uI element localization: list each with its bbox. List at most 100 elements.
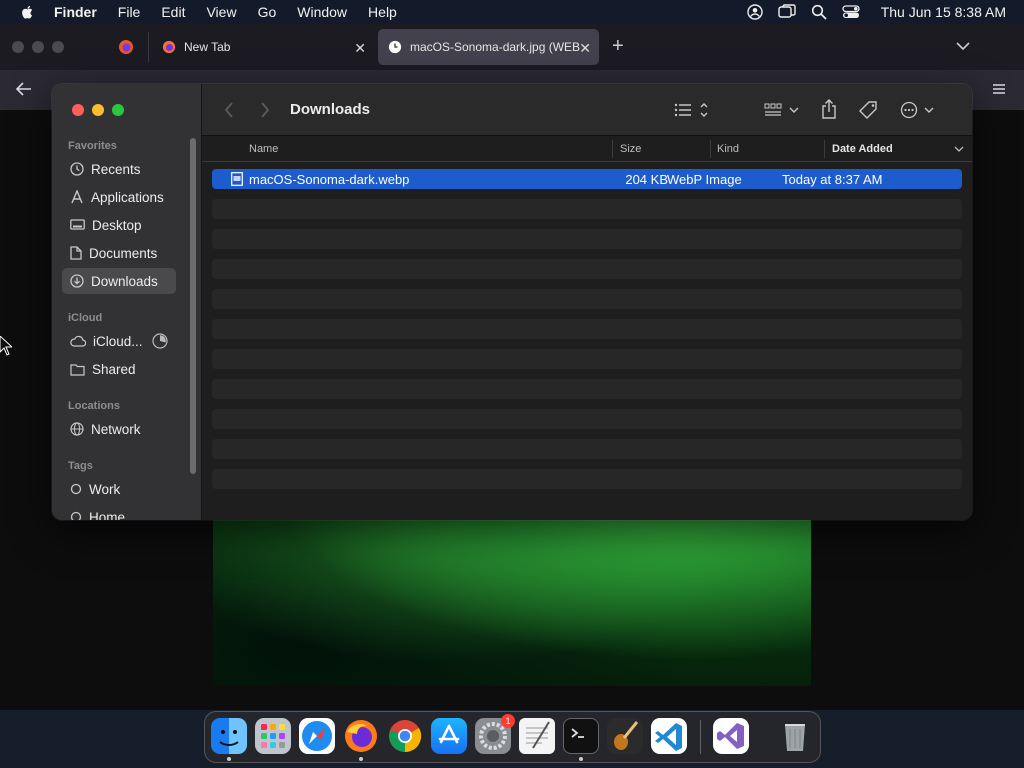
sidebar-item-label: Applications — [91, 189, 164, 205]
list-all-tabs-chevron-icon[interactable] — [956, 41, 970, 51]
menubar-clock[interactable]: Thu Jun 15 8:38 AM — [881, 4, 1006, 20]
sidebar-item-documents[interactable]: Documents — [62, 240, 176, 266]
file-row[interactable]: macOS-Sonoma-dark.webp 204 KB WebP Image… — [212, 169, 962, 189]
screen-mirroring-icon[interactable] — [777, 4, 796, 20]
share-icon[interactable] — [821, 99, 837, 119]
sidebar-item-label: Desktop — [92, 217, 142, 233]
finder-window: Favorites Recents Applications Desktop D… — [52, 84, 972, 520]
zoom-window-button[interactable] — [112, 104, 124, 116]
finder-main: Downloads Name Size Kind Date Added macO… — [202, 84, 972, 520]
sidebar-scrollbar[interactable] — [190, 138, 196, 474]
desktop-icon — [70, 218, 85, 230]
tab-image[interactable]: macOS-Sonoma-dark.jpg (WEB ✕ — [378, 29, 599, 65]
shared-folder-icon — [70, 363, 85, 376]
sidebar-item-shared[interactable]: Shared — [62, 356, 176, 382]
browser-close-dot[interactable] — [12, 41, 24, 53]
tag-icon[interactable] — [859, 100, 879, 120]
empty-row — [212, 469, 962, 489]
dock-garageband-icon[interactable] — [607, 718, 643, 754]
menu-finder[interactable]: Finder — [54, 4, 97, 20]
menu-view[interactable]: View — [206, 4, 236, 20]
dock-visual-studio-icon[interactable] — [713, 718, 749, 754]
empty-row — [212, 409, 962, 429]
sidebar-item-tag-home[interactable]: Home — [62, 504, 176, 520]
spotlight-search-icon[interactable] — [811, 4, 827, 20]
sort-descending-chevron-icon[interactable] — [954, 146, 964, 153]
more-actions-icon[interactable] — [900, 101, 936, 119]
applications-icon — [71, 190, 83, 204]
sidebar-item-downloads[interactable]: Downloads — [62, 268, 176, 294]
control-center-icon[interactable] — [842, 4, 860, 20]
forward-chevron-icon[interactable] — [260, 102, 270, 118]
cloud-icon — [70, 335, 86, 347]
file-list: macOS-Sonoma-dark.webp 204 KB WebP Image… — [212, 169, 962, 499]
sidebar-item-applications[interactable]: Applications — [62, 184, 176, 210]
sidebar-item-label: Network — [91, 421, 141, 437]
menu-window[interactable]: Window — [297, 4, 347, 20]
tab-close-icon[interactable]: ✕ — [579, 40, 591, 57]
sidebar-item-label: Recents — [91, 161, 141, 177]
sidebar-heading-favorites: Favorites — [68, 140, 117, 152]
column-header-size[interactable]: Size — [620, 143, 641, 155]
back-arrow-icon[interactable] — [16, 82, 32, 96]
minimize-window-button[interactable] — [92, 104, 104, 116]
column-header-kind[interactable]: Kind — [717, 143, 739, 155]
empty-row — [212, 349, 962, 369]
dock: 1 — [204, 711, 821, 763]
firefox-view-icon[interactable] — [118, 39, 134, 55]
close-window-button[interactable] — [72, 104, 84, 116]
menu-go[interactable]: Go — [258, 4, 277, 20]
column-header-date-added[interactable]: Date Added — [832, 143, 893, 155]
globe-icon — [70, 422, 84, 436]
group-by-icon[interactable] — [764, 102, 800, 118]
dock-finder-icon[interactable] — [211, 718, 247, 754]
dock-launchpad-icon[interactable] — [255, 718, 291, 754]
document-icon — [70, 246, 82, 260]
dock-vscode-icon[interactable] — [651, 718, 687, 754]
apple-menu-icon[interactable] — [18, 4, 38, 20]
sidebar-item-label: Home — [89, 509, 126, 521]
browser-minimize-dot[interactable] — [32, 41, 44, 53]
sidebar-item-desktop[interactable]: Desktop — [62, 212, 176, 238]
user-account-icon[interactable] — [746, 4, 763, 20]
menu-file[interactable]: File — [118, 4, 141, 20]
hamburger-menu-icon[interactable] — [992, 82, 1006, 96]
browser-zoom-dot[interactable] — [52, 41, 64, 53]
new-tab-plus-icon[interactable]: + — [612, 35, 624, 58]
dock-app-store-icon[interactable] — [431, 718, 467, 754]
sidebar-item-network[interactable]: Network — [62, 416, 176, 442]
clock-icon — [70, 162, 84, 176]
dock-chrome-icon[interactable] — [387, 718, 423, 754]
empty-row — [212, 259, 962, 279]
menu-help[interactable]: Help — [368, 4, 397, 20]
download-arrow-icon — [70, 274, 84, 288]
list-view-icon[interactable] — [674, 101, 710, 119]
sidebar-heading-icloud: iCloud — [68, 312, 103, 324]
icloud-progress-pie-icon — [152, 333, 168, 349]
file-date-added: Today at 8:37 AM — [782, 172, 883, 187]
tab-close-icon[interactable]: ✕ — [354, 40, 366, 57]
dock-textedit-icon[interactable] — [519, 718, 555, 754]
browser-tab-bar: New Tab ✕ macOS-Sonoma-dark.jpg (WEB ✕ + — [0, 24, 1024, 70]
sidebar-item-label: Shared — [92, 361, 136, 377]
menu-bar: Finder File Edit View Go Window Help Thu… — [0, 0, 1024, 24]
sidebar-item-tag-work[interactable]: Work — [62, 476, 176, 502]
sidebar-item-label: Documents — [89, 245, 158, 261]
dock-terminal-icon[interactable] — [563, 718, 599, 754]
sidebar-heading-tags: Tags — [68, 460, 93, 472]
column-header-name[interactable]: Name — [249, 143, 278, 155]
tag-circle-icon — [70, 483, 82, 495]
dock-trash-icon[interactable] — [777, 718, 813, 754]
back-chevron-icon[interactable] — [224, 102, 234, 118]
sidebar-item-recents[interactable]: Recents — [62, 156, 176, 182]
image-favicon-icon — [388, 40, 402, 54]
tab-new-tab[interactable]: New Tab ✕ — [152, 29, 374, 65]
tab-label: New Tab — [184, 40, 231, 54]
menu-edit[interactable]: Edit — [161, 4, 185, 20]
sidebar-heading-locations: Locations — [68, 400, 120, 412]
finder-sidebar: Favorites Recents Applications Desktop D… — [52, 84, 202, 520]
dock-firefox-icon[interactable] — [343, 718, 379, 754]
running-indicator-dot — [579, 757, 583, 761]
file-kind: WebP Image — [667, 172, 742, 187]
dock-safari-icon[interactable] — [299, 718, 335, 754]
